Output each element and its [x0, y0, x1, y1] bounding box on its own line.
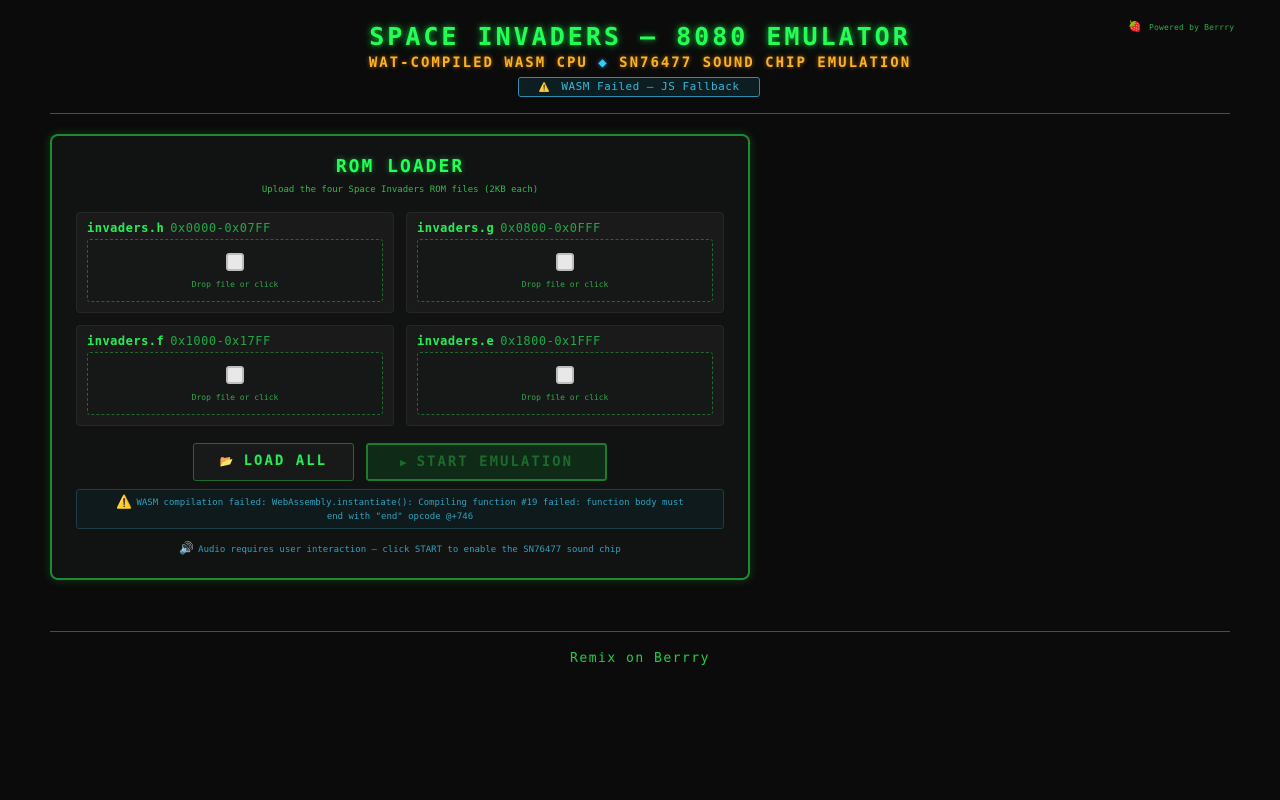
page-title: SPACE INVADERS — 8080 EMULATOR	[369, 22, 911, 51]
rom-address-range: 0x1000-0x17FF	[170, 334, 271, 348]
rom-loader-subtitle: Upload the four Space Invaders ROM files…	[261, 185, 539, 195]
rom-drop-zone[interactable]: Drop file or click	[87, 239, 383, 302]
subtitle-cpu: WAT-COMPILED WASM CPU	[368, 55, 588, 71]
start-emulation-button[interactable]: ▶ START EMULATION	[366, 443, 607, 481]
play-icon: ▶	[399, 456, 409, 469]
rom-card-invaders-g: invaders.g 0x0800-0x0FFF Drop file or cli…	[406, 212, 724, 313]
drop-zone-label: Drop file or click	[521, 280, 609, 289]
file-icon	[556, 366, 574, 384]
audio-notice-text: Audio requires user interaction — click …	[198, 545, 621, 555]
rom-drop-zone[interactable]: Drop file or click	[417, 239, 713, 302]
rom-name: invaders.f 0x1000-0x17FF	[87, 334, 271, 348]
rom-card-invaders-f: invaders.f 0x1000-0x17FF Drop file or cli…	[76, 325, 394, 426]
error-text: WASM compilation failed: WebAssembly.ins…	[136, 498, 684, 522]
header-divider	[50, 113, 1230, 114]
diamond-icon: ◆	[598, 55, 609, 71]
subtitle-sound: SN76477 SOUND CHIP EMULATION	[619, 55, 912, 71]
speaker-icon: 🔊	[179, 541, 195, 555]
rom-filename: invaders.h	[87, 221, 165, 235]
warning-icon: ⚠️	[116, 495, 133, 510]
start-emulation-label: START EMULATION	[416, 454, 574, 470]
drop-zone-label: Drop file or click	[191, 393, 279, 402]
rom-loader-panel: ROM LOADER Upload the four Space Invader…	[50, 134, 750, 580]
rom-card-invaders-e: invaders.e 0x1800-0x1FFF Drop file or cli…	[406, 325, 724, 426]
rom-filename: invaders.e	[417, 334, 495, 348]
rom-drop-zone[interactable]: Drop file or click	[87, 352, 383, 415]
rom-loader-title: ROM LOADER	[335, 156, 465, 177]
rom-drop-zone[interactable]: Drop file or click	[417, 352, 713, 415]
file-icon	[226, 366, 244, 384]
rom-name: invaders.g 0x0800-0x0FFF	[417, 221, 601, 235]
status-badge: ⚠️ WASM Failed — JS Fallback	[518, 77, 760, 97]
drop-zone-label: Drop file or click	[191, 280, 279, 289]
audio-notice: 🔊 Audio requires user interaction — click…	[52, 541, 748, 555]
load-all-label: LOAD ALL	[243, 453, 328, 469]
rom-filename: invaders.f	[87, 334, 165, 348]
page-subtitle: WAT-COMPILED WASM CPU ◆ SN76477 SOUND CH…	[0, 55, 1280, 71]
error-message: ⚠️ WASM compilation failed: WebAssembly.i…	[76, 489, 724, 529]
status-text: WASM Failed — JS Fallback	[561, 80, 740, 93]
rom-name: invaders.h 0x0000-0x07FF	[87, 221, 271, 235]
rom-name: invaders.e 0x1800-0x1FFF	[417, 334, 601, 348]
folder-icon: 📂	[219, 455, 236, 468]
remix-link[interactable]: Remix on Berrry	[0, 651, 1280, 666]
rom-address-range: 0x0000-0x07FF	[170, 221, 271, 235]
file-icon	[226, 253, 244, 271]
rom-address-range: 0x1800-0x1FFF	[500, 334, 601, 348]
load-all-button[interactable]: 📂 LOAD ALL	[193, 443, 354, 481]
warning-icon: ⚠️	[538, 83, 551, 93]
drop-zone-label: Drop file or click	[521, 393, 609, 402]
file-icon	[556, 253, 574, 271]
rom-card-invaders-h: invaders.h 0x0000-0x07FF Drop file or cli…	[76, 212, 394, 313]
rom-address-range: 0x0800-0x0FFF	[500, 221, 601, 235]
rom-filename: invaders.g	[417, 221, 495, 235]
footer-divider	[50, 631, 1230, 632]
app-root: 🍓 Powered by Berrry SPACE INVADERS — 808…	[0, 0, 1280, 800]
